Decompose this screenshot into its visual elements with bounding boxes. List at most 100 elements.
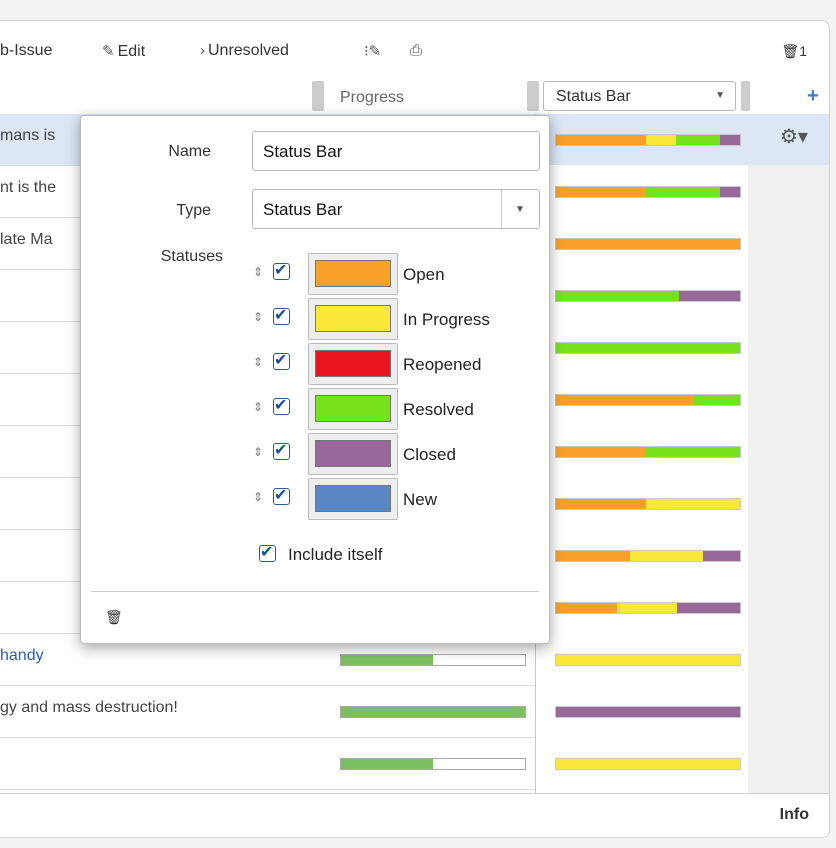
status-option: ⇕ Resolved — [253, 388, 533, 430]
sub-issue-button[interactable]: b-Issue — [0, 42, 52, 60]
status-segment-resolved — [675, 135, 720, 145]
bulk-edit-button[interactable]: ⁝✎ — [364, 42, 384, 61]
drag-handle-icon[interactable]: ⇕ — [253, 265, 263, 279]
status-bar — [555, 394, 741, 406]
unresolved-label: Unresolved — [208, 42, 289, 59]
status-name: New — [403, 490, 438, 509]
status-checkbox[interactable] — [273, 305, 290, 325]
color-swatch — [315, 305, 391, 332]
column-resize-handle[interactable] — [741, 81, 750, 111]
color-swatch — [315, 395, 391, 422]
status-name: Resolved — [403, 400, 474, 419]
status-checkbox[interactable] — [273, 485, 290, 505]
include-itself-option[interactable]: Include itself — [256, 542, 486, 567]
status-segment-closed — [679, 291, 740, 301]
column-resize-handle[interactable] — [312, 81, 324, 111]
color-swatch — [315, 350, 391, 377]
print-icon: ⎙ — [410, 42, 423, 59]
status-bar — [555, 290, 741, 302]
status-segment-in-progress — [629, 551, 704, 561]
type-select-value: Status Bar — [263, 200, 343, 219]
row-summary[interactable]: handy — [0, 647, 44, 665]
status-segment-open — [556, 499, 647, 509]
status-segment-in-progress — [556, 759, 740, 769]
drag-handle-icon[interactable]: ⇕ — [253, 355, 263, 369]
type-label: Type — [176, 202, 211, 219]
status-segment-closed — [719, 187, 740, 197]
name-label: Name — [168, 143, 211, 160]
status-bar — [555, 134, 741, 146]
statuses-label: Statuses — [160, 248, 223, 265]
sub-issue-label: b-Issue — [0, 42, 53, 59]
progress-column-header[interactable]: Progress — [340, 89, 404, 107]
print-button[interactable]: ⎙ — [410, 42, 425, 60]
type-select-dropdown[interactable]: ▼ — [501, 190, 540, 228]
drag-handle-icon[interactable]: ⇕ — [253, 400, 263, 414]
status-option: ⇕ Closed — [253, 433, 533, 475]
drag-handle-icon[interactable]: ⇕ — [253, 445, 263, 459]
name-input[interactable]: Status Bar — [252, 131, 540, 171]
divider — [91, 591, 539, 592]
status-checkbox[interactable] — [273, 350, 290, 370]
column-resize-handle[interactable] — [527, 81, 539, 111]
progress-fill — [341, 759, 433, 769]
footer: Info — [0, 793, 829, 837]
status-segment-open — [556, 187, 647, 197]
status-bar-column-select[interactable]: Status Bar ▼ — [543, 81, 736, 111]
bulk-edit-icon: ⁝✎ — [364, 43, 382, 60]
unresolved-button[interactable]: › Unresolved — [200, 42, 289, 60]
status-segment-open — [556, 135, 647, 145]
status-bar — [555, 238, 741, 250]
status-segment-closed — [719, 135, 740, 145]
actions-column — [748, 114, 829, 794]
progress-fill — [341, 655, 433, 665]
status-segment-open — [556, 603, 617, 613]
color-swatch-button[interactable] — [308, 253, 398, 295]
edit-label: Edit — [117, 43, 146, 60]
type-select[interactable]: Status Bar ▼ — [252, 189, 540, 229]
drag-handle-icon[interactable]: ⇕ — [253, 490, 263, 504]
status-segment-closed — [556, 707, 740, 717]
status-segment-in-progress — [616, 603, 678, 613]
status-bar — [555, 342, 741, 354]
drag-handle-icon[interactable]: ⇕ — [253, 310, 263, 324]
status-checkbox[interactable] — [273, 260, 290, 280]
status-segment-closed — [677, 603, 740, 613]
status-option: ⇕ In Progress — [253, 298, 533, 340]
color-swatch — [315, 260, 391, 287]
status-bar — [555, 446, 741, 458]
status-segment-open — [556, 395, 694, 405]
trash-icon: 🗑 — [781, 43, 800, 59]
status-checkbox[interactable] — [273, 395, 290, 415]
color-swatch-button[interactable] — [308, 478, 398, 520]
status-bar — [555, 602, 741, 614]
progress-fill — [341, 707, 525, 717]
status-bar — [555, 654, 741, 666]
name-input-value: Status Bar — [263, 142, 343, 161]
edit-button[interactable]: ✎ Edit — [102, 42, 145, 61]
color-swatch-button[interactable] — [308, 433, 398, 475]
status-name: Open — [403, 265, 445, 284]
color-swatch-button[interactable] — [308, 298, 398, 340]
info-button[interactable]: Info — [780, 806, 809, 824]
status-option: ⇕ Reopened — [253, 343, 533, 385]
status-segment-resolved — [556, 291, 680, 301]
color-swatch-button[interactable] — [308, 343, 398, 385]
status-segment-in-progress — [556, 655, 740, 665]
color-swatch-button[interactable] — [308, 388, 398, 430]
row-summary: mans is — [0, 127, 56, 144]
delete-button[interactable]: 🗑1 — [781, 43, 807, 60]
status-segment-in-progress — [646, 499, 740, 509]
status-checkbox[interactable] — [273, 440, 290, 460]
status-bar — [555, 550, 741, 562]
trash-icon[interactable]: 🗑 — [105, 609, 123, 626]
status-bar-column-value: Status Bar — [556, 88, 631, 105]
include-itself-checkbox[interactable] — [259, 542, 276, 562]
chevron-down-icon: ▼ — [715, 90, 725, 101]
add-column-button[interactable]: + — [807, 85, 819, 108]
chevron-right-icon: › — [200, 42, 205, 59]
gear-icon[interactable]: ⚙▾ — [780, 124, 808, 149]
color-swatch — [315, 440, 391, 467]
status-segment-open — [556, 551, 630, 561]
pencil-icon: ✎ — [102, 43, 115, 60]
